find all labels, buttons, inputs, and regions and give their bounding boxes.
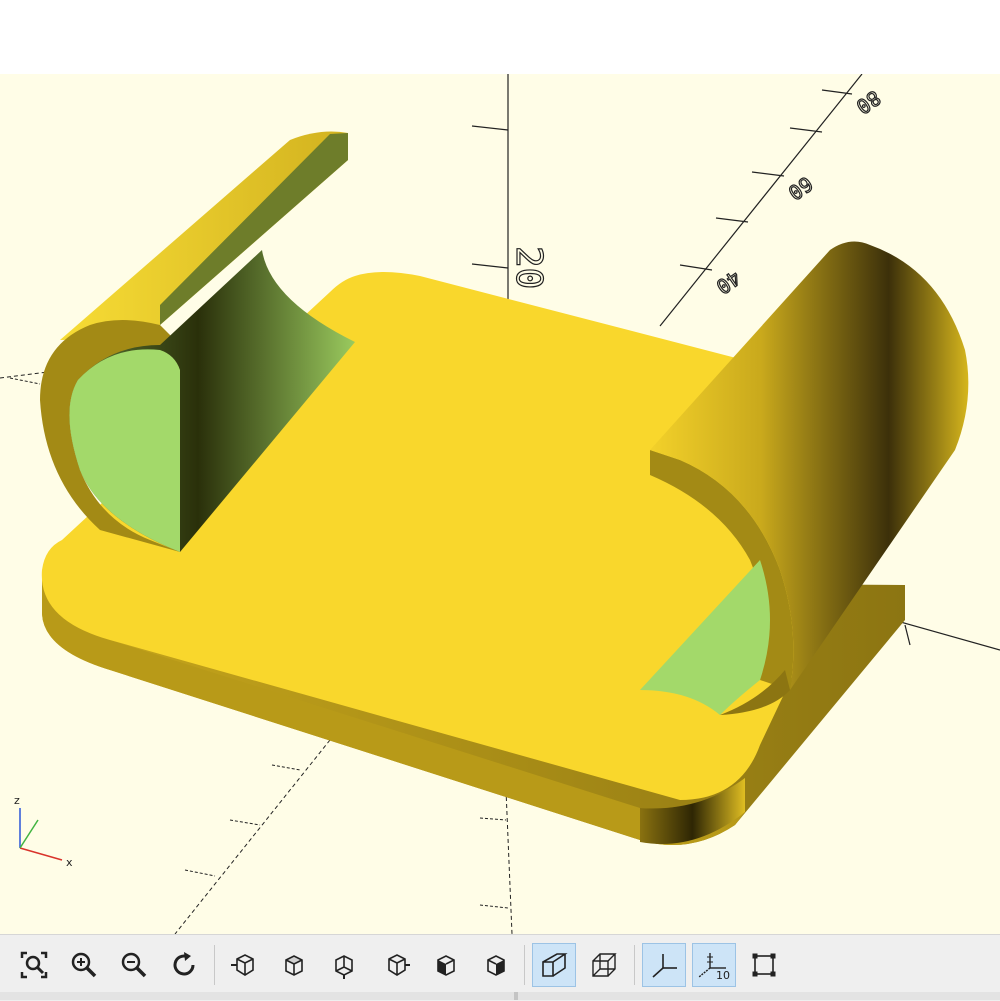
- perspective-icon: [542, 953, 568, 977]
- orthogonal-icon: [592, 953, 617, 977]
- viewport-toolbar: 10: [0, 934, 1000, 1001]
- view-left-icon: [388, 954, 410, 976]
- scale-markers-icon: 10: [698, 953, 730, 980]
- edges-icon: [752, 953, 776, 977]
- z-axis-label-20: 20: [508, 246, 549, 289]
- toolbar-separator: [214, 945, 215, 985]
- toolbar-separator: [524, 945, 525, 985]
- reset-view-icon: [173, 952, 195, 976]
- view-bottom-icon: [335, 955, 353, 979]
- gizmo-x-label: x: [66, 856, 73, 869]
- scale-markers-label: 10: [716, 969, 730, 980]
- view-right-icon: [231, 954, 254, 976]
- show-edges-button[interactable]: [742, 943, 786, 987]
- orientation-gizmo: x z: [14, 794, 73, 869]
- axes-icon: [652, 954, 677, 978]
- 3d-scene: 20 40 60 80 x z: [0, 74, 1000, 934]
- y-axis-label-80: 80: [852, 86, 886, 119]
- view-back-button[interactable]: [474, 943, 518, 987]
- zoom-out-button[interactable]: [112, 943, 156, 987]
- show-axes-button[interactable]: [642, 943, 686, 987]
- view-back-icon: [487, 955, 505, 976]
- view-all-button[interactable]: [12, 943, 56, 987]
- top-blank-area: [0, 0, 1000, 74]
- view-left-button[interactable]: [374, 943, 418, 987]
- zoom-in-icon: [71, 952, 97, 978]
- zoom-fit-icon: [20, 951, 48, 979]
- view-front-icon: [437, 955, 455, 976]
- view-top-icon: [285, 955, 303, 976]
- y-axis-label-40: 40: [712, 266, 746, 299]
- bottom-scroll-strip: [0, 992, 1000, 1000]
- y-axis-label-60: 60: [784, 172, 818, 205]
- right-clip: [640, 241, 969, 715]
- zoom-in-button[interactable]: [62, 943, 106, 987]
- bottom-panel-splitter[interactable]: [514, 992, 518, 1000]
- reset-view-button[interactable]: [162, 943, 206, 987]
- view-right-button[interactable]: [222, 943, 266, 987]
- show-scale-markers-button[interactable]: 10: [692, 943, 736, 987]
- orthogonal-button[interactable]: [582, 943, 626, 987]
- view-front-button[interactable]: [424, 943, 468, 987]
- perspective-button[interactable]: [532, 943, 576, 987]
- gizmo-z-label: z: [14, 794, 20, 807]
- zoom-out-icon: [121, 952, 147, 978]
- view-top-button[interactable]: [272, 943, 316, 987]
- 3d-viewport[interactable]: 20 40 60 80 x z: [0, 74, 1000, 934]
- toolbar-separator: [634, 945, 635, 985]
- view-bottom-button[interactable]: [322, 943, 366, 987]
